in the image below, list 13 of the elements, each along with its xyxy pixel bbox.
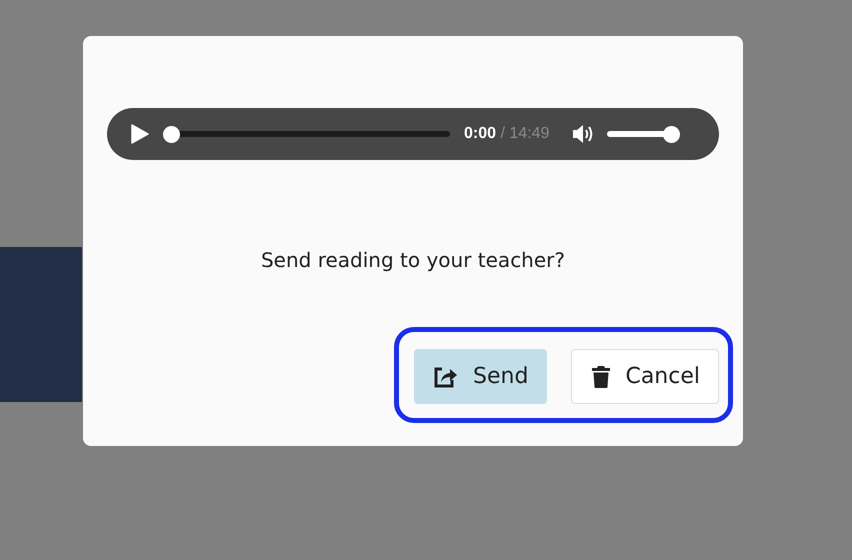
time-separator: / [500,125,505,142]
slider-thumb[interactable] [663,126,680,142]
current-time: 0:00 [464,125,496,142]
duration: 14:49 [509,125,550,142]
trash-icon [591,364,612,388]
volume-slider[interactable] [607,126,680,142]
slider-thumb[interactable] [163,126,180,142]
share-icon [433,364,460,388]
play-icon [131,124,149,144]
send-button[interactable]: Send [414,349,548,404]
dialog-message: Send reading to your teacher? [260,248,566,272]
cancel-button[interactable]: Cancel [571,349,719,404]
play-button[interactable] [131,124,149,144]
